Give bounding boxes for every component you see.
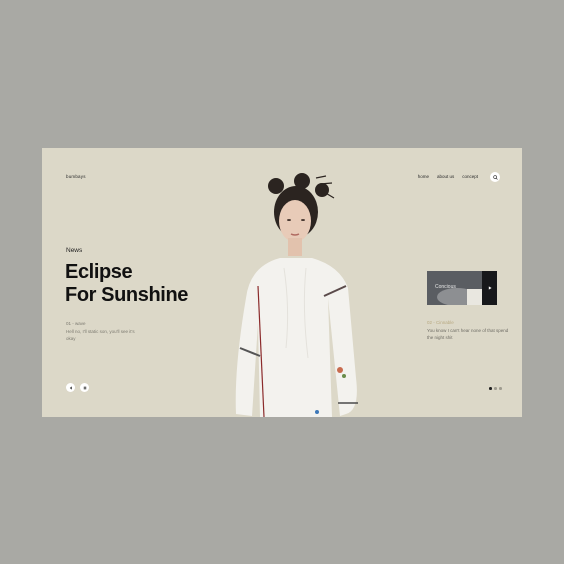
title-line-1: Eclipse [65,261,133,283]
pause-icon [83,386,86,389]
arrow-left-icon [69,385,72,390]
thumbnail-label: Concious [435,284,456,290]
brand-logo[interactable]: bumbays [66,174,86,179]
section-tag: News [66,247,83,254]
slider-dot[interactable] [489,387,492,390]
play-icon [488,286,492,290]
search-button[interactable] [490,172,500,182]
hero-meta: 01 - wave [66,321,86,326]
side-description: You know I can't hear none of that spend… [427,328,509,340]
play-button[interactable] [482,271,497,305]
search-icon [492,174,498,180]
video-thumbnail[interactable]: Concious [427,271,497,305]
nav-item-home[interactable]: home [418,174,429,179]
pause-button[interactable] [80,383,89,392]
nav-item-about-us[interactable]: about us [437,174,454,179]
side-meta: 02 - Cinnable [427,320,454,325]
slider-dot[interactable] [494,387,497,390]
slider-dot[interactable] [499,387,502,390]
top-nav: home about us concept [418,174,478,179]
nav-item-concept[interactable]: concept [462,174,478,179]
prev-button[interactable] [66,383,75,392]
title-line-2: For Sunshine [65,284,188,306]
hero-description: Hell no, I'll static son, you'll see it'… [66,329,135,341]
model-photo [235,173,358,417]
slider-dots [489,387,502,390]
page-title: Eclipse For Sunshine [65,261,188,307]
hero-card: bumbays home about us concept News Eclip… [42,148,522,417]
